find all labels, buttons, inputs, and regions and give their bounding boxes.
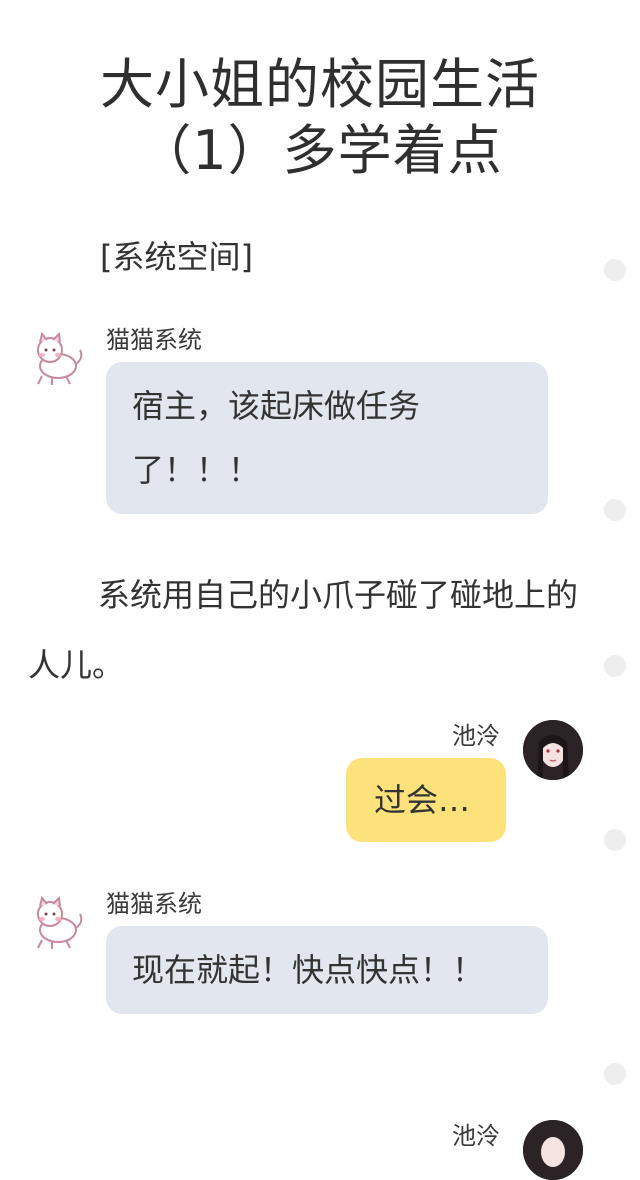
sender-name: 池泠: [452, 1122, 500, 1150]
chat-bubble[interactable]: 宿主，该起床做任务了！！！: [106, 362, 548, 514]
dot-icon: [604, 829, 626, 851]
article-title: 大小姐的校园生活 （1）多学着点: [0, 52, 640, 184]
chat-bubble[interactable]: 现在就起！快点快点！！: [106, 926, 548, 1014]
sender-name: 猫猫系统: [106, 326, 202, 354]
dot-icon: [604, 1063, 626, 1085]
sender-name: 猫猫系统: [106, 890, 202, 918]
cat-avatar-icon[interactable]: [28, 328, 90, 390]
dot-icon: [604, 259, 626, 281]
girl-avatar-icon[interactable]: [523, 1120, 583, 1180]
chat-bubble[interactable]: 过会…: [346, 758, 506, 842]
cat-avatar-icon[interactable]: [28, 892, 90, 954]
dot-icon: [604, 499, 626, 521]
section-label: [系统空间]: [100, 238, 253, 276]
narration-paragraph: 系统用自己的小爪子碰了碰地上的人儿。: [28, 560, 588, 700]
dot-icon: [604, 655, 626, 677]
girl-avatar-icon[interactable]: [523, 720, 583, 780]
title-line-2: （1）多学着点: [137, 119, 503, 182]
sender-name: 池泠: [452, 722, 500, 750]
title-line-1: 大小姐的校园生活: [100, 53, 540, 116]
narration-text: 系统用自己的小爪子碰了碰地上的人儿。: [28, 576, 579, 684]
